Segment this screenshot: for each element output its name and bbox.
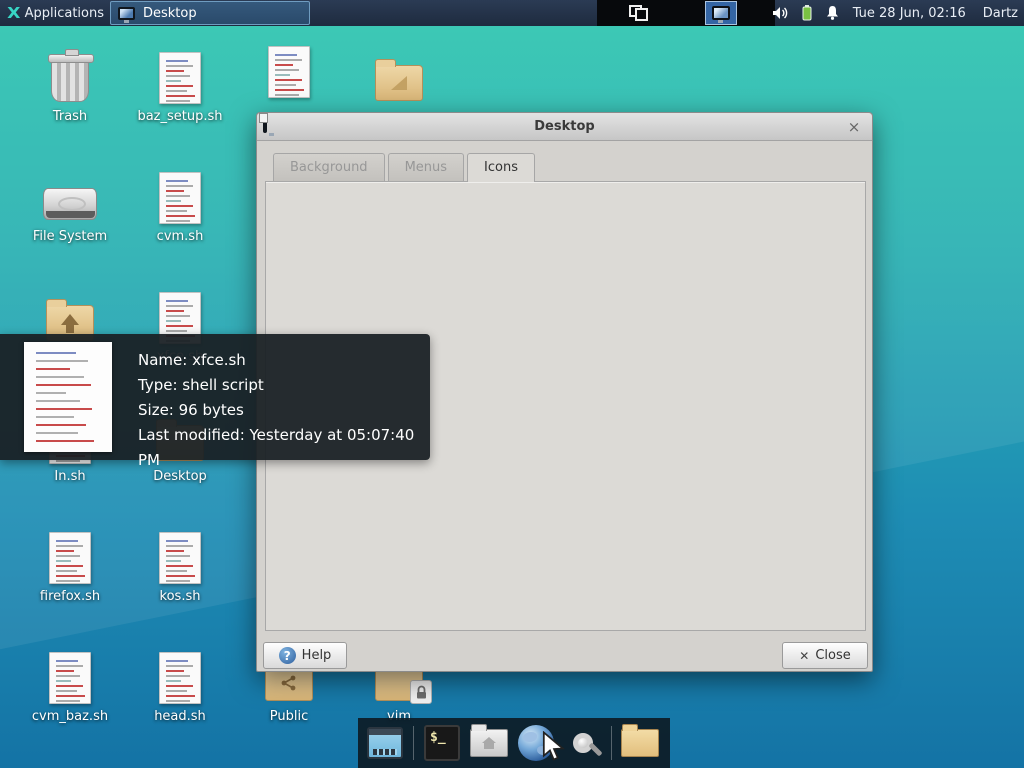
desktop-settings-icon bbox=[263, 114, 267, 133]
tab-menus[interactable]: Menus bbox=[387, 153, 465, 181]
dialog-tabs: Background Menus Icons bbox=[273, 153, 535, 182]
file-manager-icon bbox=[470, 724, 508, 757]
dock: $_ bbox=[358, 718, 670, 768]
tab-background[interactable]: Background bbox=[273, 153, 385, 181]
file-tooltip: Name: xfce.sh Type: shell script Size: 9… bbox=[0, 334, 430, 469]
share-emblem-icon bbox=[281, 675, 296, 691]
search-icon bbox=[573, 733, 593, 753]
tab-icons[interactable]: Icons bbox=[467, 153, 535, 182]
volume-icon[interactable] bbox=[772, 6, 789, 20]
panel-status-area: Tue 28 Jun, 02:16 Dartz bbox=[772, 0, 1024, 26]
shell-script-icon bbox=[159, 52, 201, 104]
desktop-icon-firefox[interactable]: firefox.sh bbox=[25, 530, 115, 604]
desktop-icon-label: cvm.sh bbox=[156, 229, 204, 244]
shell-script-icon bbox=[159, 172, 201, 224]
desktop-icon-label: kos.sh bbox=[159, 589, 201, 604]
desktop-icon-label: cvm_baz.sh bbox=[31, 709, 109, 724]
desktop-icon-trash[interactable]: Trash bbox=[25, 49, 115, 124]
desktop-icon-label: head.sh bbox=[154, 709, 206, 724]
panel-tray-area bbox=[597, 0, 775, 26]
folder-icon bbox=[375, 59, 423, 101]
close-x-icon: ✕ bbox=[799, 648, 810, 663]
desktop-icon-templates[interactable] bbox=[354, 50, 444, 109]
terminal-icon: $_ bbox=[424, 725, 460, 761]
taskbar-window-label: Desktop bbox=[143, 5, 197, 21]
desktop-icon-label: firefox.sh bbox=[39, 589, 101, 604]
desktop-screen: Trash baz_setup.sh File System cvm.sh xf… bbox=[0, 0, 1024, 768]
trash-icon bbox=[48, 49, 94, 102]
desktop-icon-label: Trash bbox=[52, 109, 88, 124]
shell-script-icon bbox=[268, 46, 310, 98]
up-arrow-emblem-icon bbox=[61, 313, 79, 333]
desktop-icon-kos[interactable]: kos.sh bbox=[135, 530, 225, 604]
close-button-label: Close bbox=[815, 648, 851, 663]
taskbar-window-button[interactable]: Desktop bbox=[110, 1, 310, 25]
mouse-cursor bbox=[542, 731, 565, 761]
dock-separator bbox=[611, 726, 612, 760]
desktop-icon-filesystem[interactable]: File System bbox=[25, 170, 115, 244]
dock-show-desktop-button[interactable] bbox=[366, 724, 404, 762]
dialog-titlebar[interactable]: Desktop × bbox=[257, 113, 872, 141]
desktop-icon-label: In.sh bbox=[54, 469, 86, 484]
tooltip-type: Type: shell script bbox=[138, 376, 264, 394]
dock-folder-button[interactable] bbox=[621, 724, 659, 762]
display-tray-button[interactable] bbox=[705, 1, 737, 25]
desktop-icon-label: baz_setup.sh bbox=[137, 109, 223, 124]
xfce-logo-icon: X bbox=[7, 4, 21, 22]
dock-search-button[interactable] bbox=[564, 724, 602, 762]
file-thumbnail bbox=[24, 342, 112, 452]
desktop-icon-cvm-baz[interactable]: cvm_baz.sh bbox=[25, 650, 115, 724]
close-icon[interactable]: × bbox=[844, 117, 864, 137]
shell-script-icon bbox=[159, 532, 201, 584]
desktop-icon-label: File System bbox=[32, 229, 108, 244]
tooltip-modified: Last modified: Yesterday at 05:07:40 PM bbox=[138, 426, 415, 469]
help-button[interactable]: ? Help bbox=[263, 642, 347, 669]
harddisk-icon bbox=[43, 188, 97, 220]
folder-icon bbox=[621, 724, 659, 757]
dock-separator bbox=[413, 726, 414, 760]
applications-menu[interactable]: X Applications ≡ bbox=[0, 0, 126, 26]
window-icon bbox=[118, 6, 135, 23]
desktop-icon-label: Public bbox=[269, 709, 309, 724]
templates-emblem-icon bbox=[391, 76, 407, 90]
battery-icon[interactable] bbox=[802, 5, 812, 21]
dock-file-manager-button[interactable] bbox=[470, 724, 508, 762]
user-name[interactable]: Dartz bbox=[983, 6, 1018, 21]
desktop-window-icon bbox=[367, 727, 403, 759]
clock[interactable]: Tue 28 Jun, 02:16 bbox=[853, 6, 966, 21]
top-panel: X Applications ≡ Desktop Tue 28 Jun, 02:… bbox=[0, 0, 1024, 26]
help-button-label: Help bbox=[301, 648, 332, 663]
desktop-icon-cvm[interactable]: cvm.sh bbox=[135, 170, 225, 244]
tooltip-size: Size: 96 bytes bbox=[138, 401, 244, 419]
shell-script-icon bbox=[159, 652, 201, 704]
shell-script-icon bbox=[49, 532, 91, 584]
applications-label: Applications bbox=[24, 5, 104, 21]
desktop-icon-script[interactable] bbox=[244, 44, 334, 103]
shell-script-icon bbox=[49, 652, 91, 704]
dock-terminal-button[interactable]: $_ bbox=[423, 724, 461, 762]
dialog-title: Desktop bbox=[534, 119, 595, 134]
notifications-bell-icon[interactable] bbox=[825, 5, 840, 21]
help-icon: ? bbox=[278, 647, 296, 664]
workspace-switcher-icon[interactable] bbox=[629, 5, 649, 21]
desktop-icon-head[interactable]: head.sh bbox=[135, 650, 225, 724]
close-button[interactable]: ✕ Close bbox=[782, 642, 868, 669]
desktop-icon-baz-setup[interactable]: baz_setup.sh bbox=[135, 50, 225, 124]
tooltip-name: Name: xfce.sh bbox=[138, 351, 246, 369]
lock-badge-icon bbox=[410, 680, 432, 704]
